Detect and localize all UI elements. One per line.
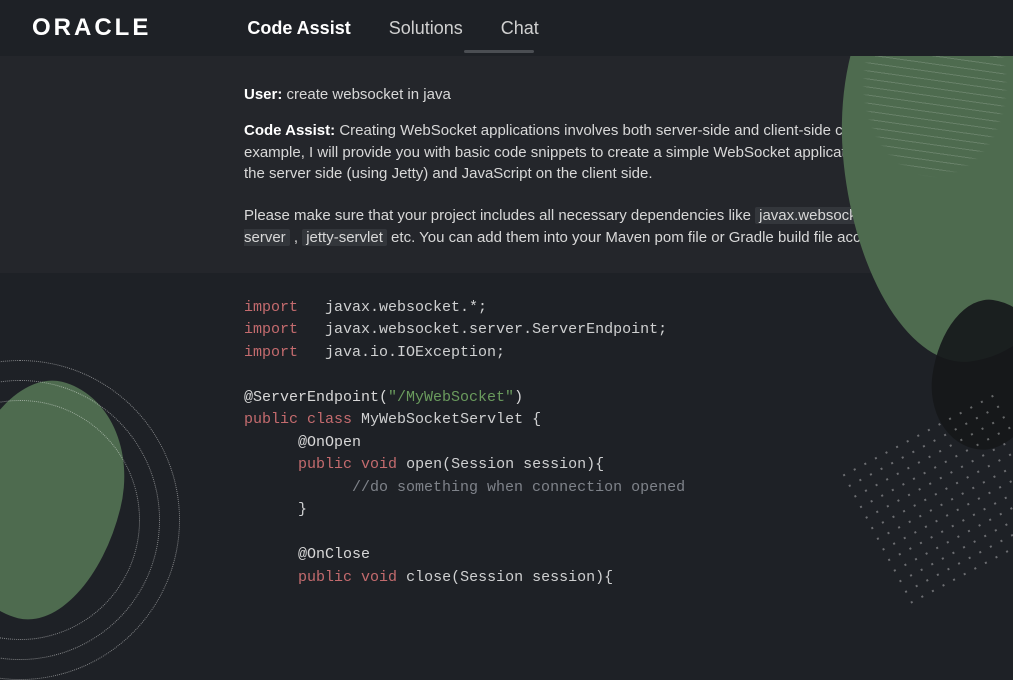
nav-solutions[interactable]: Solutions [389, 18, 463, 39]
class-name: MyWebSocketServlet { [352, 411, 541, 428]
header: ORACLE Code Assist Solutions Chat [0, 0, 1013, 56]
user-line: User: create websocket in java [244, 84, 973, 106]
ann-server-endpoint-str: "/MyWebSocket" [388, 389, 514, 406]
ann-onclose: @OnClose [298, 546, 370, 563]
deps-pre: Please make sure that your project inclu… [244, 207, 755, 224]
assist-line: Code Assist: Creating WebSocket applicat… [244, 120, 973, 185]
dep-3: jetty-servlet [302, 229, 387, 246]
deps-sep2: , [290, 229, 303, 246]
ann-onopen: @OnOpen [298, 434, 361, 451]
nav-underline [464, 50, 534, 53]
open-close-brace: } [298, 501, 307, 518]
nav-chat[interactable]: Chat [501, 18, 539, 39]
kw-void-close: void [361, 569, 397, 586]
deps-line: Please make sure that your project inclu… [244, 205, 973, 249]
deps-sep1: , [898, 207, 911, 224]
code-block: import javax.websocket.*; import javax.w… [0, 273, 1013, 614]
ann-server-endpoint-post: ) [514, 389, 523, 406]
nav-code-assist[interactable]: Code Assist [247, 18, 350, 39]
import-3: java.io.IOException; [325, 344, 505, 361]
kw-class: class [307, 411, 352, 428]
main-nav: Code Assist Solutions Chat [247, 18, 538, 39]
user-message: create websocket in java [287, 86, 451, 103]
kw-import-2: import [244, 321, 298, 338]
ann-server-endpoint-pre: @ServerEndpoint( [244, 389, 388, 406]
open-sig: open(Session session){ [397, 456, 604, 473]
kw-import-1: import [244, 299, 298, 316]
brand-logo[interactable]: ORACLE [32, 14, 151, 42]
import-1: javax.websocket.*; [325, 299, 487, 316]
deps-post: etc. You can add them into your Maven po… [387, 229, 916, 246]
chat-exchange: User: create websocket in java Code Assi… [0, 56, 1013, 273]
import-2: javax.websocket.server.ServerEndpoint; [325, 321, 667, 338]
kw-void-open: void [361, 456, 397, 473]
kw-public-open: public [298, 456, 352, 473]
dep-1: javax.websocket-api [755, 207, 898, 224]
open-comment: //do something when connection opened [352, 479, 685, 496]
user-label: User: [244, 86, 282, 103]
kw-import-3: import [244, 344, 298, 361]
kw-public-close: public [298, 569, 352, 586]
close-sig: close(Session session){ [397, 569, 613, 586]
assist-message: Creating WebSocket applications involves… [244, 122, 962, 183]
assist-label: Code Assist: [244, 122, 335, 139]
kw-public-cls: public [244, 411, 298, 428]
